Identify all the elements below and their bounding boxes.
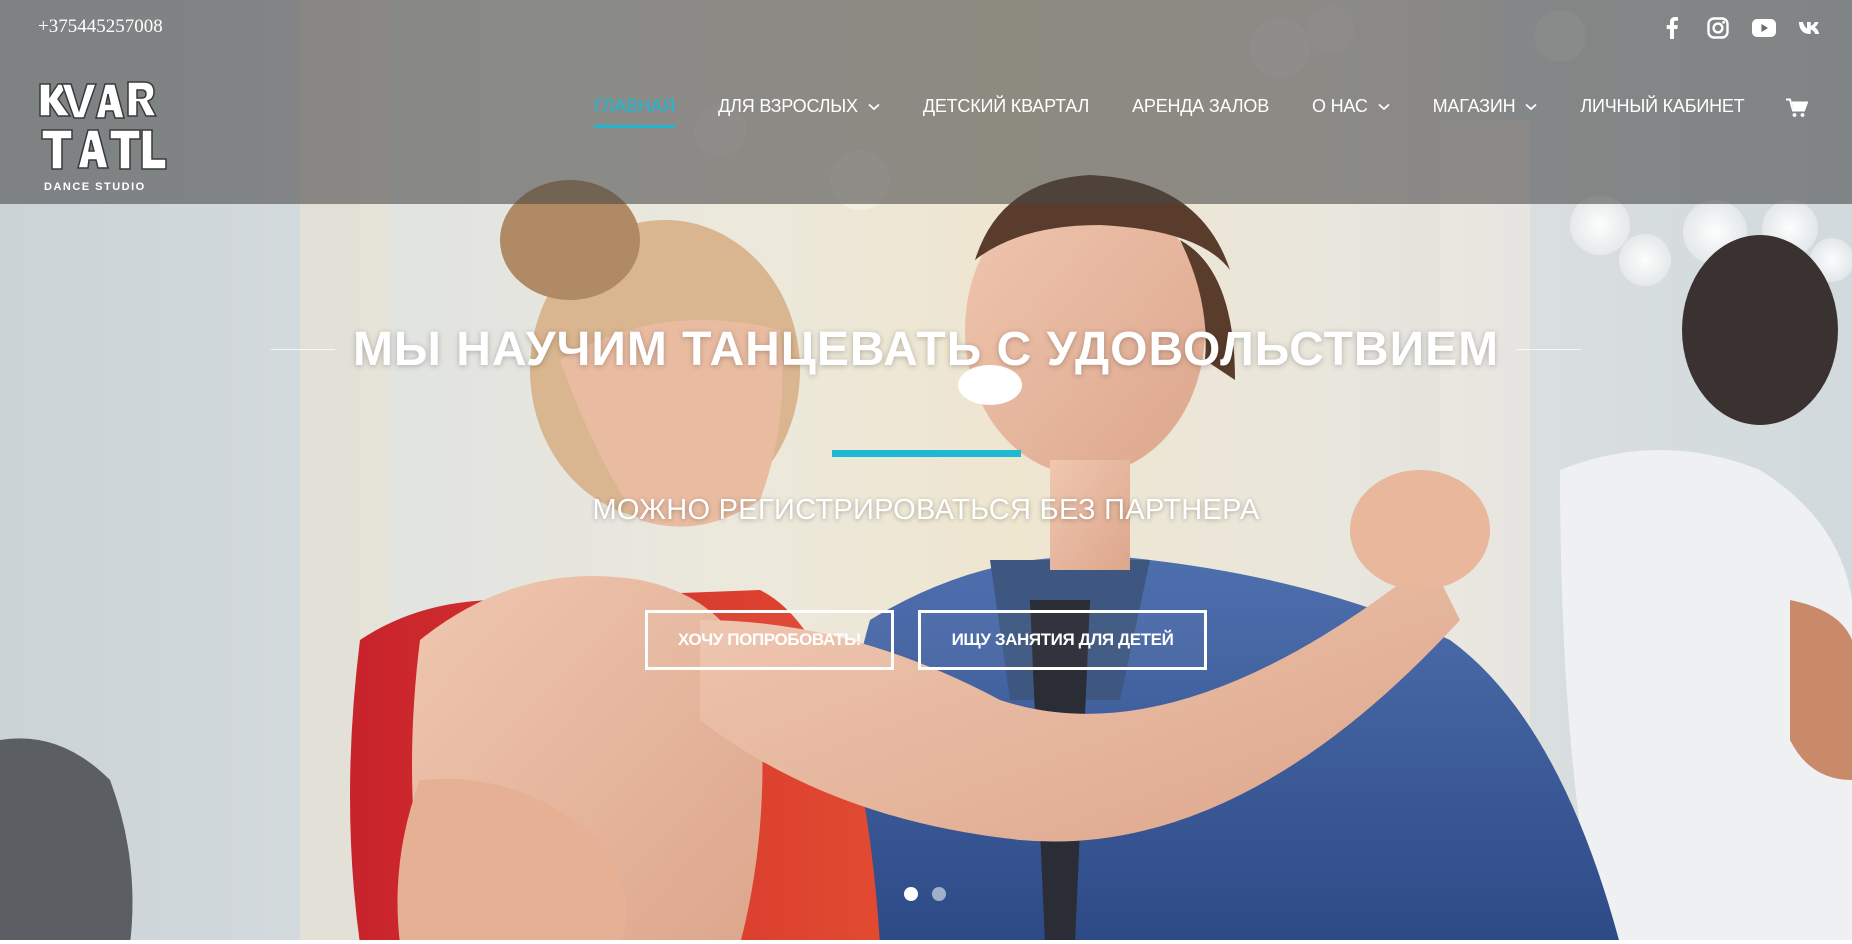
nav-item-about[interactable]: О НАС	[1312, 96, 1390, 117]
kvartal-logo-mark	[39, 81, 167, 170]
bottom-strip	[0, 940, 1852, 944]
vk-icon[interactable]	[1798, 16, 1822, 40]
nav-item-label: МАГАЗИН	[1432, 96, 1516, 116]
hero-title-row: МЫ НАУЧИМ ТАНЦЕВАТЬ С УДОВОЛЬСТВИЕМ	[0, 322, 1852, 377]
chevron-down-icon	[1378, 103, 1390, 111]
nav-item-home[interactable]: ГЛАВНАЯ	[594, 96, 676, 128]
chevron-down-icon	[868, 103, 880, 111]
nav-item-label: ГЛАВНАЯ	[594, 96, 676, 116]
hero-subtitle: МОЖНО РЕГИСТРИРОВАТЬСЯ БЕЗ ПАРТНЕРА	[592, 494, 1260, 526]
title-divider-left	[270, 349, 335, 350]
logo-subtitle: DANCE STUDIO	[44, 181, 146, 193]
nav-item-shop[interactable]: МАГАЗИН	[1433, 96, 1538, 117]
nav-item-label: ДЕТСКИЙ КВАРТАЛ	[922, 96, 1090, 116]
try-button[interactable]: ХОЧУ ПОПРОБОВАТЬ!	[645, 610, 894, 670]
accent-bar	[832, 450, 1021, 457]
instagram-icon[interactable]	[1706, 16, 1730, 40]
cart-icon[interactable]	[1786, 98, 1809, 123]
nav-item-kids[interactable]: ДЕТСКИЙ КВАРТАЛ	[923, 96, 1089, 117]
nav-item-account[interactable]: ЛИЧНЫЙ КАБИНЕТ	[1580, 96, 1744, 117]
nav-item-label: ДЛЯ ВЗРОСЛЫХ	[718, 96, 858, 116]
facebook-icon[interactable]	[1660, 16, 1684, 40]
youtube-icon[interactable]	[1752, 16, 1776, 40]
kids-classes-button[interactable]: ИЩУ ЗАНЯТИЯ ДЛЯ ДЕТЕЙ	[918, 610, 1207, 670]
nav-item-hall-rental[interactable]: АРЕНДА ЗАЛОВ	[1132, 96, 1269, 117]
logo[interactable]: DANCE STUDIO	[38, 78, 168, 196]
nav-item-adults[interactable]: ДЛЯ ВЗРОСЛЫХ	[718, 96, 880, 117]
nav-item-label: АРЕНДА ЗАЛОВ	[1132, 96, 1270, 116]
hero-title: МЫ НАУЧИМ ТАНЦЕВАТЬ С УДОВОЛЬСТВИЕМ	[352, 323, 1500, 376]
social-links	[1660, 16, 1822, 40]
slider-dots	[904, 887, 946, 901]
nav-item-label: О НАС	[1312, 96, 1368, 116]
chevron-down-icon	[1525, 103, 1538, 111]
phone-link[interactable]: +375445257008	[38, 16, 163, 38]
slider-dot-1[interactable]	[904, 887, 918, 901]
slider-dot-2[interactable]	[932, 887, 946, 901]
main-nav: ГЛАВНАЯ ДЛЯ ВЗРОСЛЫХ ДЕТСКИЙ КВАРТАЛ АРЕ…	[594, 96, 1787, 128]
nav-item-label: ЛИЧНЫЙ КАБИНЕТ	[1580, 96, 1745, 116]
title-divider-right	[1517, 349, 1582, 350]
